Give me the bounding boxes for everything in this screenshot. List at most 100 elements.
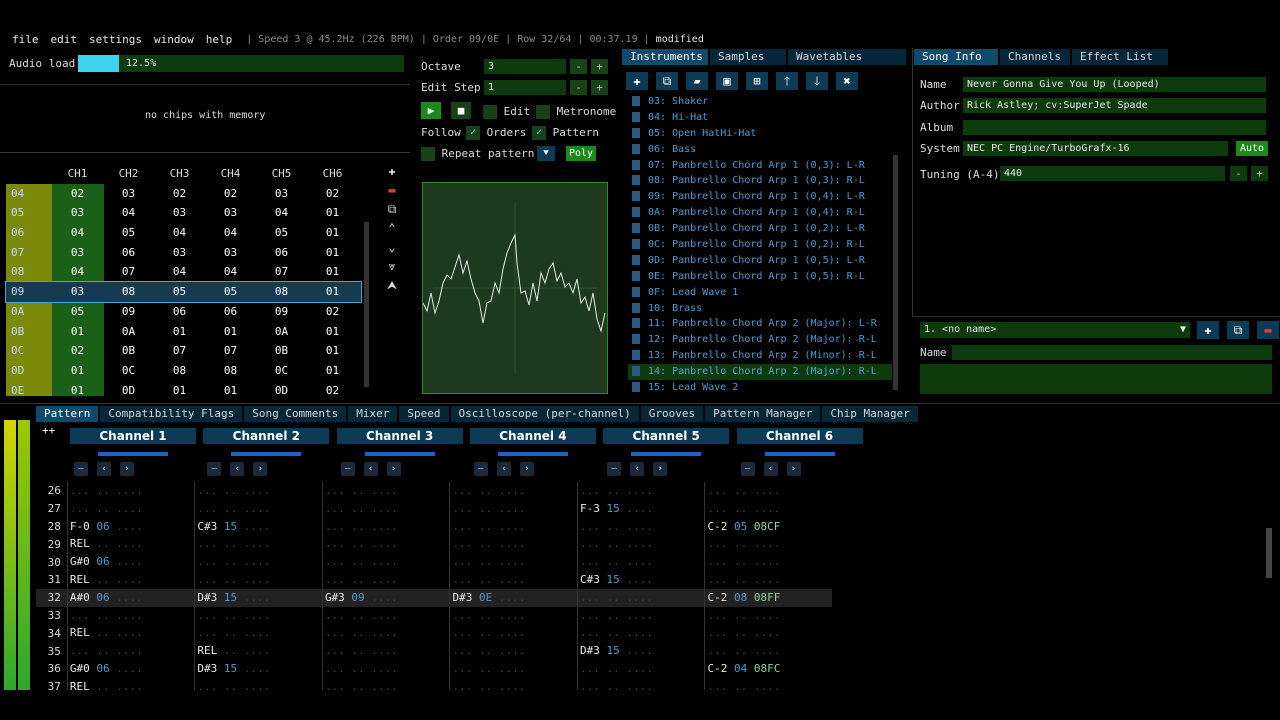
instrument-item[interactable]: 0D: Panbrello Chord Arp 1 (0,5): L-R: [628, 253, 892, 269]
pattern-cell[interactable]: D#3 15 ....: [194, 659, 322, 678]
step-down-icon[interactable]: ⯆: [537, 146, 555, 161]
tab-instruments[interactable]: Instruments: [622, 49, 708, 65]
order-cell[interactable]: 01: [307, 243, 358, 263]
pattern-cell[interactable]: ... .. ....: [321, 517, 450, 536]
order-cell[interactable]: 04: [205, 262, 256, 282]
pattern-cell[interactable]: ... .. ....: [66, 606, 195, 625]
chevron-right-icon[interactable]: ›: [253, 462, 268, 476]
remove-order-icon[interactable]: ▬: [384, 181, 400, 200]
pattern-cell[interactable]: D#3 15 ....: [576, 642, 705, 660]
edit-step-down-button[interactable]: -: [570, 80, 587, 95]
pattern-cell[interactable]: ... .. ....: [194, 606, 322, 625]
collapse-icon[interactable]: –: [340, 462, 355, 476]
order-cell[interactable]: 01: [205, 322, 256, 342]
pattern-cell[interactable]: ... .. ....: [321, 570, 450, 589]
tab-chip-manager[interactable]: Chip Manager: [822, 406, 918, 422]
order-cell[interactable]: 0B: [103, 341, 154, 361]
order-row[interactable]: 05 03 04 03 03 04 01: [6, 203, 361, 223]
pattern-cell[interactable]: F-3 15 ....: [576, 499, 705, 518]
pattern-cell[interactable]: REL .. ....: [66, 535, 195, 554]
song-name-field[interactable]: Never Gonna Give You Up (Looped): [963, 77, 1266, 92]
instrument-scrollbar[interactable]: [893, 155, 898, 390]
instrument-item[interactable]: 0F: Lead Wave 1: [628, 285, 892, 301]
edit-step-field[interactable]: 1: [484, 80, 566, 95]
pattern-cell[interactable]: ... .. ....: [704, 482, 832, 500]
pattern-cell[interactable]: ... .. ....: [704, 499, 832, 518]
order-cell[interactable]: 06: [103, 243, 154, 263]
order-scrollbar[interactable]: [364, 222, 369, 387]
order-cell[interactable]: 03: [205, 243, 256, 263]
order-cell[interactable]: 05: [103, 223, 154, 243]
order-row[interactable]: 08 04 07 04 04 07 01: [6, 262, 361, 282]
add-icon[interactable]: ✚: [626, 72, 648, 90]
pattern-cell[interactable]: ... .. ....: [321, 606, 450, 625]
expand-icon[interactable]: ++: [42, 424, 55, 437]
pattern-cell[interactable]: ... .. ....: [194, 482, 322, 500]
menu-file[interactable]: file: [6, 33, 45, 46]
follow-pattern-toggle[interactable]: ✓ Pattern: [532, 126, 599, 140]
order-cell[interactable]: 04: [154, 223, 205, 243]
pattern-cell[interactable]: ... .. ....: [576, 606, 705, 625]
channel-header-3[interactable]: Channel 3: [336, 428, 463, 444]
pattern-editor[interactable]: 26... .. ....... .. ....... .. ....... .…: [36, 482, 832, 690]
edit-step-up-button[interactable]: +: [591, 80, 608, 95]
channel-header-4[interactable]: Channel 4: [469, 428, 596, 444]
duplicate-order-icon[interactable]: ⧉: [384, 200, 400, 219]
order-cell[interactable]: 03: [154, 243, 205, 263]
order-cell[interactable]: 05: [52, 302, 103, 322]
order-cell[interactable]: 02: [52, 341, 103, 361]
tab-speed[interactable]: Speed: [399, 406, 449, 422]
poly-button[interactable]: Poly: [566, 146, 596, 161]
collapse-icon[interactable]: –: [607, 462, 622, 476]
pattern-cell[interactable]: ... .. ....: [704, 624, 832, 643]
tree-icon[interactable]: ⊞: [746, 72, 768, 90]
collapse-icon[interactable]: –: [473, 462, 488, 476]
pattern-cell[interactable]: ... .. ....: [66, 642, 195, 660]
tuning-field[interactable]: 440: [1000, 166, 1225, 181]
subsong-dropdown[interactable]: 1. <no name> ▼: [920, 322, 1190, 338]
pattern-cell[interactable]: G#0 06 ....: [66, 553, 195, 571]
instrument-item[interactable]: 0A: Panbrello Chord Arp 1 (0,4): R-L: [628, 205, 892, 221]
chevron-right-icon[interactable]: ›: [386, 462, 401, 476]
pattern-cell[interactable]: ... .. ....: [704, 677, 832, 690]
order-cell[interactable]: 08: [256, 282, 307, 302]
pattern-cell[interactable]: REL .. ....: [66, 677, 195, 690]
order-cell[interactable]: 04: [205, 223, 256, 243]
channel-header-1[interactable]: Channel 1: [70, 428, 196, 444]
tab-samples[interactable]: Samples: [710, 49, 786, 65]
order-cell[interactable]: 04: [52, 262, 103, 282]
order-cell[interactable]: 03: [154, 203, 205, 223]
octave-up-button[interactable]: +: [591, 59, 608, 74]
remove-subsong-icon[interactable]: ▬: [1257, 321, 1279, 339]
pattern-cell[interactable]: ... .. ....: [704, 606, 832, 625]
order-cell[interactable]: 01: [52, 381, 103, 401]
check-icon[interactable]: ✓: [532, 126, 546, 140]
order-cell[interactable]: 0C: [256, 361, 307, 381]
song-author-field[interactable]: Rick Astley; cv:SuperJet Spade: [963, 98, 1266, 113]
pattern-cell[interactable]: ... .. ....: [704, 535, 832, 554]
channel-header-2[interactable]: Channel 2: [203, 428, 330, 444]
follow-orders-toggle[interactable]: ✓ Orders: [466, 126, 526, 140]
pattern-cell[interactable]: ... .. ....: [449, 482, 577, 500]
pattern-cell[interactable]: ... .. ....: [321, 482, 450, 500]
order-cell[interactable]: 0D: [256, 381, 307, 401]
subsong-name-field[interactable]: [952, 345, 1272, 360]
tuning-up-button[interactable]: +: [1251, 166, 1268, 181]
order-cell[interactable]: 01: [52, 361, 103, 381]
pattern-cell[interactable]: G#0 06 ....: [66, 659, 195, 678]
pattern-cell[interactable]: ... .. ....: [576, 482, 705, 500]
order-cell[interactable]: 06: [205, 302, 256, 322]
pattern-cell[interactable]: REL .. ....: [66, 624, 195, 643]
collapse-icon[interactable]: –: [740, 462, 755, 476]
metronome-toggle[interactable]: Metronome: [536, 105, 616, 119]
order-cell[interactable]: 05: [205, 282, 256, 302]
order-cell[interactable]: 03: [205, 203, 256, 223]
pattern-cell[interactable]: C#3 15 ....: [194, 517, 322, 536]
pattern-cell[interactable]: REL .. ....: [66, 570, 195, 589]
collapse-icon[interactable]: –: [207, 462, 222, 476]
pattern-cell[interactable]: ... .. ....: [576, 517, 705, 536]
order-cell[interactable]: 04: [154, 262, 205, 282]
order-row[interactable]: 06 04 05 04 04 05 01: [6, 223, 361, 243]
order-cell[interactable]: 04: [52, 223, 103, 243]
instrument-item[interactable]: 04: Hi-Hat: [628, 110, 892, 126]
